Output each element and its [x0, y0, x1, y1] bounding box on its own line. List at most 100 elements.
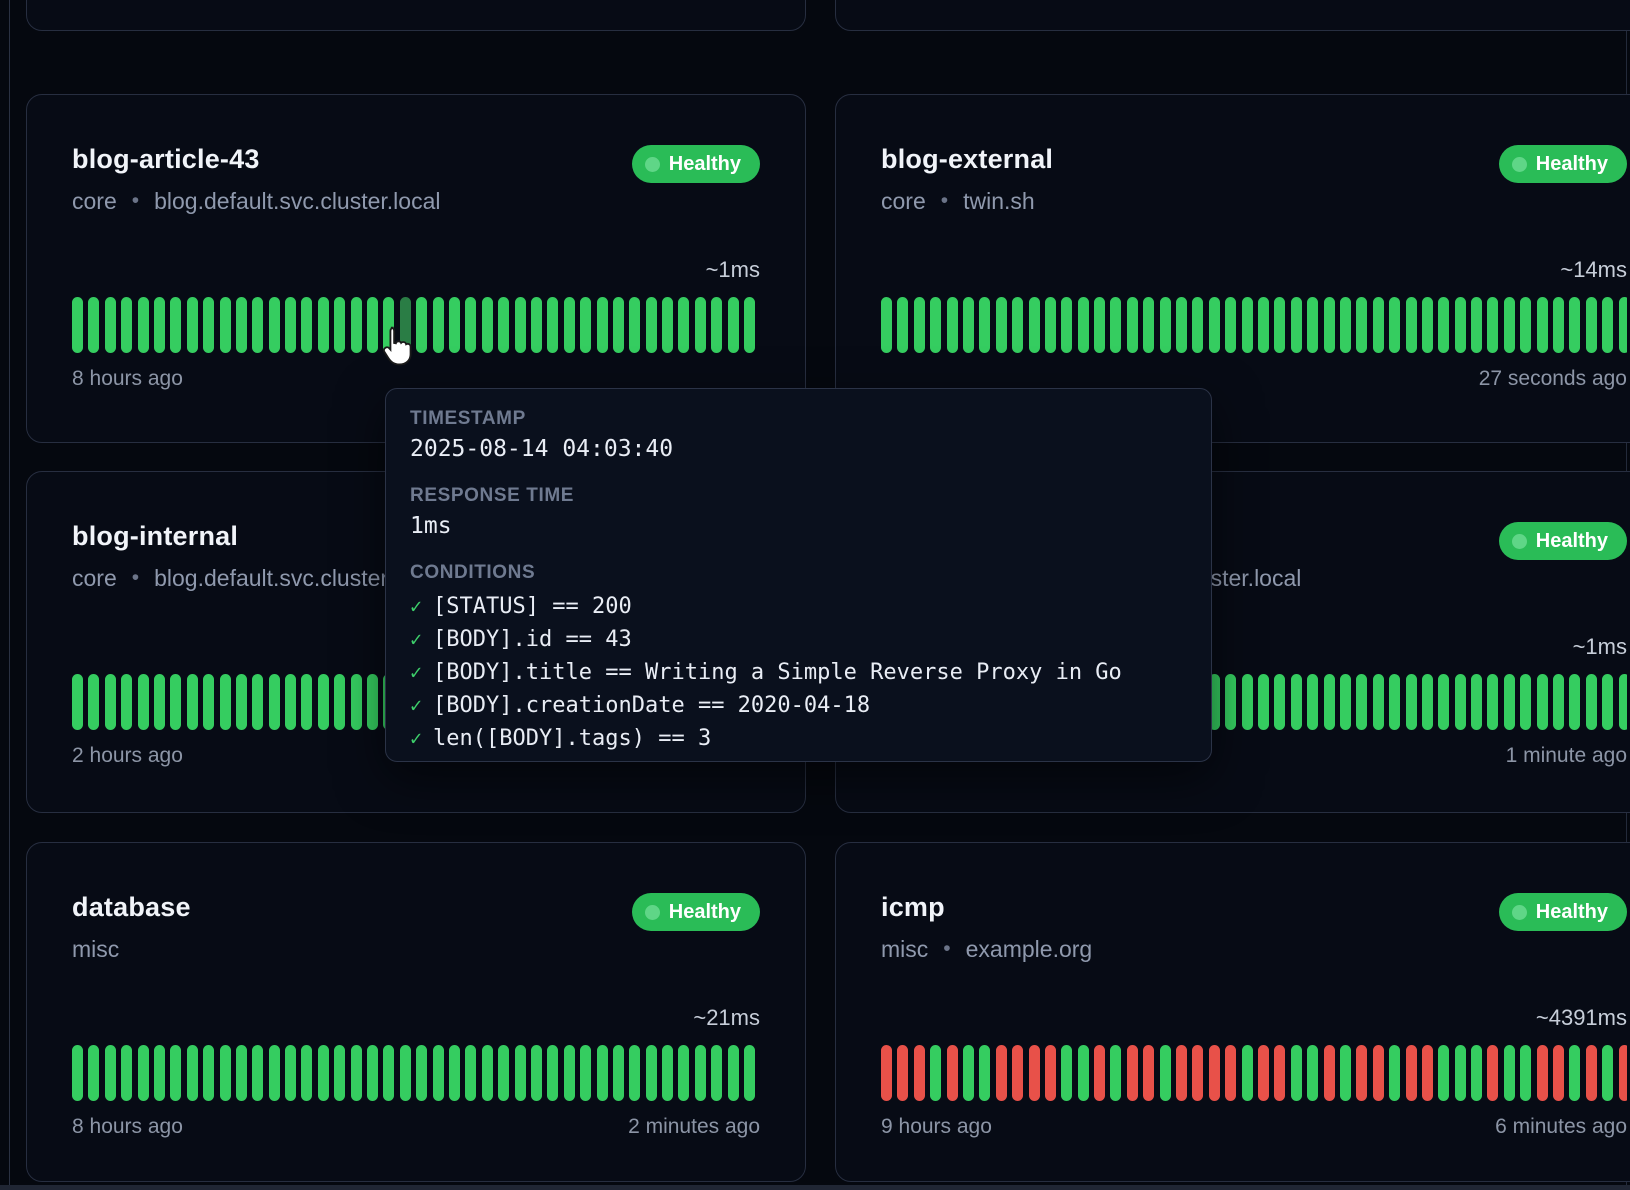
uptime-bar[interactable] — [170, 1045, 181, 1101]
uptime-bar[interactable] — [318, 1045, 329, 1101]
uptime-bar[interactable] — [1078, 297, 1089, 353]
uptime-bar[interactable] — [154, 1045, 165, 1101]
uptime-bar[interactable] — [1602, 674, 1613, 730]
uptime-bar[interactable] — [1406, 1045, 1417, 1101]
uptime-bar-chart[interactable] — [881, 1045, 1627, 1101]
uptime-bar[interactable] — [996, 297, 1007, 353]
uptime-bar[interactable] — [285, 1045, 296, 1101]
uptime-bar[interactable] — [400, 297, 411, 353]
uptime-bar[interactable] — [1356, 297, 1367, 353]
uptime-bar[interactable] — [897, 1045, 908, 1101]
uptime-bar[interactable] — [367, 674, 378, 730]
uptime-bar[interactable] — [482, 297, 493, 353]
uptime-bar[interactable] — [187, 1045, 198, 1101]
uptime-bar[interactable] — [498, 1045, 509, 1101]
uptime-bar[interactable] — [1324, 674, 1335, 730]
uptime-bar[interactable] — [678, 297, 689, 353]
uptime-bar[interactable] — [963, 1045, 974, 1101]
service-card-icmp[interactable]: icmp misc • example.org Healthy ~4391ms … — [835, 842, 1630, 1182]
uptime-bar[interactable] — [1504, 1045, 1515, 1101]
uptime-bar[interactable] — [318, 297, 329, 353]
uptime-bar[interactable] — [930, 297, 941, 353]
uptime-bar[interactable] — [285, 674, 296, 730]
uptime-bar[interactable] — [1520, 1045, 1531, 1101]
uptime-bar[interactable] — [930, 1045, 941, 1101]
uptime-bar[interactable] — [121, 297, 132, 353]
uptime-bar[interactable] — [1602, 1045, 1613, 1101]
uptime-bar[interactable] — [1520, 297, 1531, 353]
uptime-bar[interactable] — [170, 297, 181, 353]
uptime-bar[interactable] — [1192, 1045, 1203, 1101]
uptime-bar[interactable] — [1471, 297, 1482, 353]
uptime-bar[interactable] — [334, 674, 345, 730]
uptime-bar[interactable] — [1242, 1045, 1253, 1101]
uptime-bar[interactable] — [963, 297, 974, 353]
uptime-bar[interactable] — [744, 297, 755, 353]
uptime-bar[interactable] — [580, 297, 591, 353]
uptime-bar[interactable] — [400, 1045, 411, 1101]
uptime-bar[interactable] — [1258, 674, 1269, 730]
uptime-bar[interactable] — [203, 1045, 214, 1101]
uptime-bar[interactable] — [914, 297, 925, 353]
uptime-bar[interactable] — [881, 1045, 892, 1101]
uptime-bar[interactable] — [72, 674, 83, 730]
uptime-bar[interactable] — [1192, 297, 1203, 353]
uptime-bar[interactable] — [1569, 297, 1580, 353]
uptime-bar[interactable] — [531, 1045, 542, 1101]
uptime-bar[interactable] — [72, 297, 83, 353]
uptime-bar[interactable] — [1553, 1045, 1564, 1101]
uptime-bar[interactable] — [1012, 297, 1023, 353]
uptime-bar[interactable] — [1455, 674, 1466, 730]
uptime-bar[interactable] — [383, 297, 394, 353]
uptime-bar[interactable] — [1504, 674, 1515, 730]
uptime-bar[interactable] — [1553, 297, 1564, 353]
uptime-bar[interactable] — [1324, 1045, 1335, 1101]
uptime-bar[interactable] — [1291, 674, 1302, 730]
uptime-bar[interactable] — [301, 674, 312, 730]
uptime-bar[interactable] — [433, 297, 444, 353]
uptime-bar[interactable] — [1422, 297, 1433, 353]
uptime-bar[interactable] — [1389, 1045, 1400, 1101]
uptime-bar[interactable] — [1209, 297, 1220, 353]
uptime-bar[interactable] — [1242, 674, 1253, 730]
uptime-bar[interactable] — [416, 297, 427, 353]
uptime-bar[interactable] — [1274, 674, 1285, 730]
uptime-bar[interactable] — [1553, 674, 1564, 730]
uptime-bar[interactable] — [1504, 297, 1515, 353]
uptime-bar[interactable] — [105, 297, 116, 353]
uptime-bar[interactable] — [597, 297, 608, 353]
uptime-bar[interactable] — [678, 1045, 689, 1101]
uptime-bar[interactable] — [334, 1045, 345, 1101]
uptime-bar[interactable] — [613, 297, 624, 353]
uptime-bar[interactable] — [1094, 1045, 1105, 1101]
uptime-bar[interactable] — [465, 297, 476, 353]
uptime-bar[interactable] — [1127, 1045, 1138, 1101]
uptime-bar[interactable] — [1340, 297, 1351, 353]
uptime-bar[interactable] — [1127, 297, 1138, 353]
uptime-bar[interactable] — [695, 1045, 706, 1101]
uptime-bar[interactable] — [531, 297, 542, 353]
uptime-bar[interactable] — [1406, 297, 1417, 353]
uptime-bar[interactable] — [1225, 297, 1236, 353]
uptime-bar[interactable] — [1110, 1045, 1121, 1101]
uptime-bar[interactable] — [1389, 297, 1400, 353]
uptime-bar[interactable] — [351, 297, 362, 353]
uptime-bar[interactable] — [220, 674, 231, 730]
uptime-bar[interactable] — [1160, 1045, 1171, 1101]
uptime-bar[interactable] — [515, 1045, 526, 1101]
uptime-bar[interactable] — [1602, 297, 1613, 353]
uptime-bar[interactable] — [629, 297, 640, 353]
uptime-bar[interactable] — [1209, 1045, 1220, 1101]
uptime-bar[interactable] — [236, 1045, 247, 1101]
uptime-bar[interactable] — [1307, 1045, 1318, 1101]
uptime-bar[interactable] — [367, 1045, 378, 1101]
uptime-bar[interactable] — [121, 1045, 132, 1101]
uptime-bar[interactable] — [947, 297, 958, 353]
uptime-bar[interactable] — [154, 297, 165, 353]
uptime-bar[interactable] — [498, 297, 509, 353]
uptime-bar[interactable] — [1373, 674, 1384, 730]
uptime-bar[interactable] — [1258, 1045, 1269, 1101]
uptime-bar[interactable] — [1586, 674, 1597, 730]
uptime-bar[interactable] — [236, 297, 247, 353]
uptime-bar[interactable] — [285, 297, 296, 353]
